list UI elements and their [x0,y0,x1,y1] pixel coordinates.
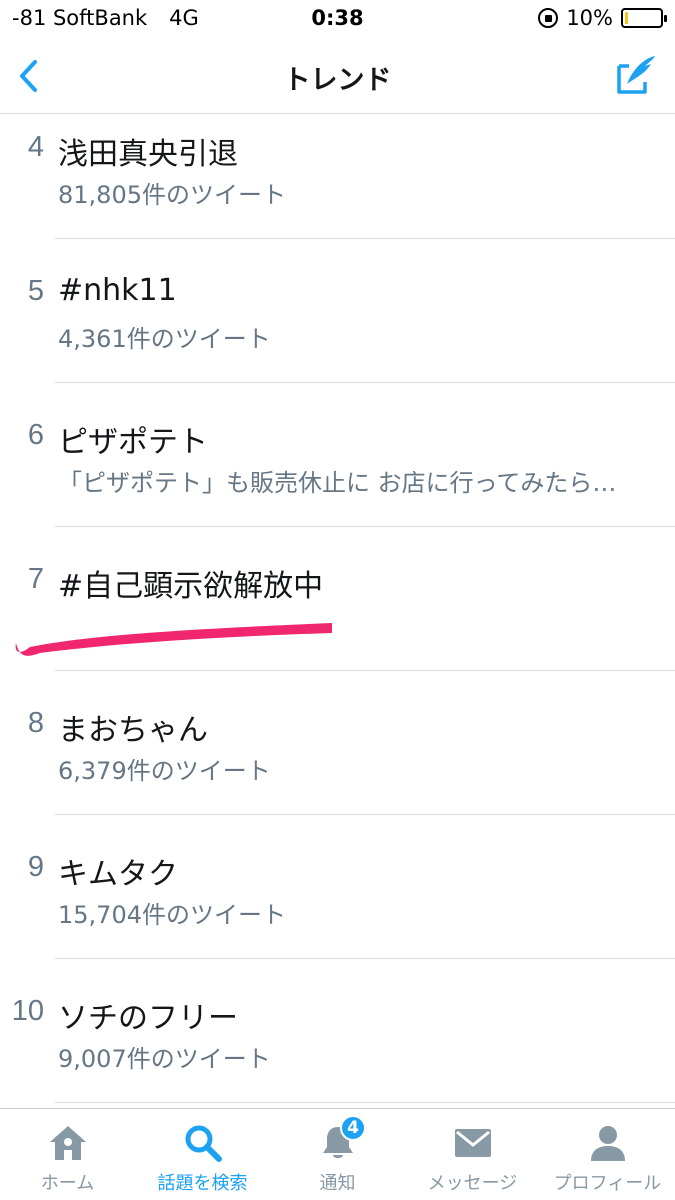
page-title: トレンド [283,65,392,96]
trend-rank: 9 [27,851,44,883]
trend-rank: 8 [27,707,44,739]
trend-item[interactable]: 8 まおちゃん 6,379件のツイート [0,671,675,815]
trend-tweet-count: 4,361件のツイート [58,325,271,353]
home-icon [46,1123,90,1163]
trend-item[interactable]: 7 #自己顕示欲解放中 [0,527,675,671]
search-icon [181,1123,225,1163]
trend-rank: 10 [11,995,44,1027]
notification-badge: 4 [340,1115,366,1141]
battery-icon [621,8,667,28]
trend-name: ピザポテト [58,425,208,460]
person-icon [586,1123,630,1163]
trend-item[interactable]: 10 ソチのフリー 9,007件のツイート [0,959,675,1103]
trend-rank: 7 [27,563,44,595]
trend-name: 浅田真央引退 [58,137,238,172]
tab-label: 話題を検索 [157,1173,248,1194]
tab-home[interactable]: ホーム [0,1109,135,1200]
trend-item[interactable]: 6 ピザポテト 「ピザポテト」も販売休止に お店に行ってみたら… [0,383,675,527]
trend-item[interactable]: 5 #nhk11 4,361件のツイート [0,239,675,383]
battery-level [625,12,629,24]
trend-rank: 5 [27,275,44,307]
trend-tweet-count: 81,805件のツイート [58,181,286,209]
tab-label: メッセージ [427,1173,518,1194]
rotation-lock-icon [538,8,559,28]
trend-name: #nhk11 [58,273,177,308]
trend-tweet-count: 9,007件のツイート [58,1045,271,1073]
compose-icon [617,56,655,94]
trend-item[interactable]: 4 浅田真央引退 81,805件のツイート [0,115,675,239]
tab-messages[interactable]: メッセージ [405,1109,540,1200]
trend-rank: 6 [27,419,44,451]
nav-bar: トレンド [0,38,675,114]
trend-tweet-count: 15,704件のツイート [58,901,286,929]
tab-label: プロフィール [553,1173,662,1194]
battery-percent: 10% [566,6,613,30]
divider [55,1102,675,1103]
trend-tweet-count: 6,379件のツイート [58,757,271,785]
trend-list: 4 浅田真央引退 81,805件のツイート 5 #nhk11 4,361件のツイ… [0,115,675,1103]
tab-bar: ホーム 話題を検索 4 通知 メッセージ プロフィール [0,1108,675,1200]
envelope-icon [451,1123,495,1163]
trend-description: 「ピザポテト」も販売休止に お店に行ってみたら… [58,469,617,497]
trend-name: ソチのフリー [58,1001,238,1036]
tab-notifications[interactable]: 4 通知 [270,1109,405,1200]
trend-item[interactable]: 9 キムタク 15,704件のツイート [0,815,675,959]
tab-label: ホーム [40,1173,95,1194]
status-bar: -81 SoftBank 4G 0:38 10% [0,0,675,38]
trend-name: キムタク [58,857,178,892]
trend-rank: 4 [27,131,44,163]
tab-label: 通知 [319,1173,356,1194]
compose-button[interactable] [615,52,659,96]
highlight-underline-stroke [15,623,333,656]
tab-search[interactable]: 話題を検索 [135,1109,270,1200]
tab-profile[interactable]: プロフィール [540,1109,675,1200]
trend-name: #自己顕示欲解放中 [58,569,324,604]
trend-name: まおちゃん [58,713,208,748]
